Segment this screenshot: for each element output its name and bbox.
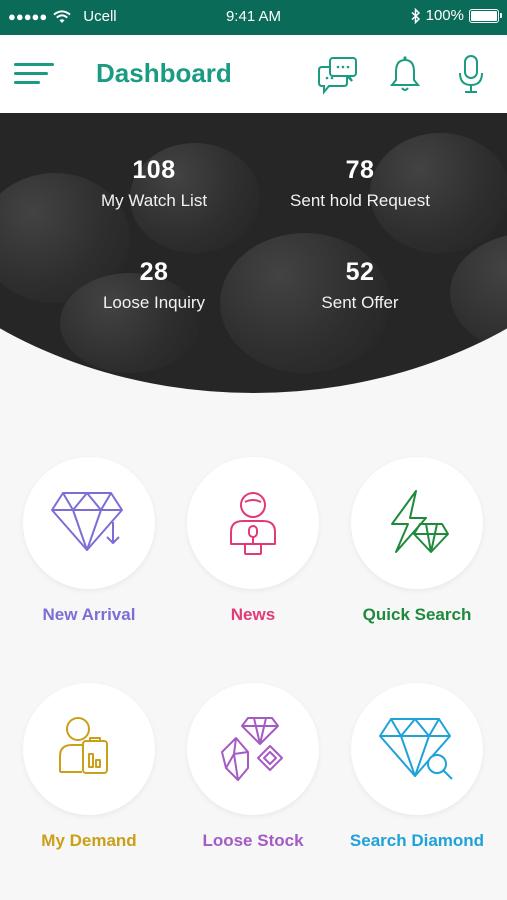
app-header: Dashboard	[0, 35, 507, 113]
stat-value: 52	[345, 258, 375, 286]
chat-icon	[318, 57, 357, 95]
news-person-icon	[230, 492, 276, 555]
bell-icon	[389, 56, 421, 91]
person-clipboard-icon	[59, 717, 108, 774]
tile-label: Loose Stock	[202, 831, 304, 850]
tile-new-arrival[interactable]: New Arrival	[14, 457, 164, 625]
tile-circle	[187, 457, 319, 589]
status-right: 100%	[411, 7, 502, 24]
tile-search-diamond[interactable]: Search Diamond	[342, 683, 492, 851]
stat-value: 108	[132, 156, 176, 184]
tile-loose-stock[interactable]: Loose Stock	[178, 683, 328, 851]
stat-value: 28	[139, 258, 169, 286]
stat-loose-inquiry[interactable]: 28 Loose Inquiry	[54, 258, 254, 313]
stat-sent-hold-request[interactable]: 78 Sent hold Request	[260, 156, 460, 211]
tile-label: Quick Search	[362, 605, 472, 624]
tile-circle	[187, 683, 319, 815]
stat-sent-offer[interactable]: 52 Sent Offer	[260, 258, 460, 313]
microphone-icon	[459, 55, 483, 93]
bluetooth-icon	[411, 7, 420, 24]
lightning-diamond-icon	[391, 490, 449, 553]
status-bar: ●●●●● Ucell 9:41 AM 100%	[0, 0, 507, 35]
page-title: Dashboard	[96, 58, 232, 88]
tile-circle	[351, 457, 483, 589]
stats-panel: 108 My Watch List 78 Sent hold Request 2…	[0, 113, 507, 398]
tile-label: Search Diamond	[349, 831, 485, 850]
diamond-download-icon	[51, 492, 123, 551]
diamond-search-icon	[379, 718, 453, 780]
tile-label: My Demand	[41, 831, 137, 850]
tile-quick-search[interactable]: Quick Search	[342, 457, 492, 625]
chat-button[interactable]	[316, 53, 360, 97]
notifications-button[interactable]	[383, 53, 427, 97]
battery-percent: 100%	[425, 7, 464, 24]
menu-button[interactable]	[14, 61, 56, 89]
stat-label: Sent hold Request	[290, 191, 430, 210]
tile-label: New Arrival	[42, 605, 136, 624]
stats-background	[0, 113, 507, 393]
gems-icon	[221, 717, 283, 781]
stat-value: 78	[345, 156, 375, 184]
tile-news[interactable]: News	[178, 457, 328, 625]
battery-icon	[469, 8, 502, 23]
tile-circle	[23, 457, 155, 589]
tile-circle	[351, 683, 483, 815]
stat-watch-list[interactable]: 108 My Watch List	[54, 156, 254, 211]
stat-label: Sent Offer	[321, 293, 399, 312]
tile-label: News	[230, 605, 276, 624]
stat-label: Loose Inquiry	[102, 293, 206, 312]
tile-my-demand[interactable]: My Demand	[14, 683, 164, 851]
voice-search-button[interactable]	[449, 53, 493, 97]
tile-circle	[23, 683, 155, 815]
stat-label: My Watch List	[100, 191, 208, 210]
